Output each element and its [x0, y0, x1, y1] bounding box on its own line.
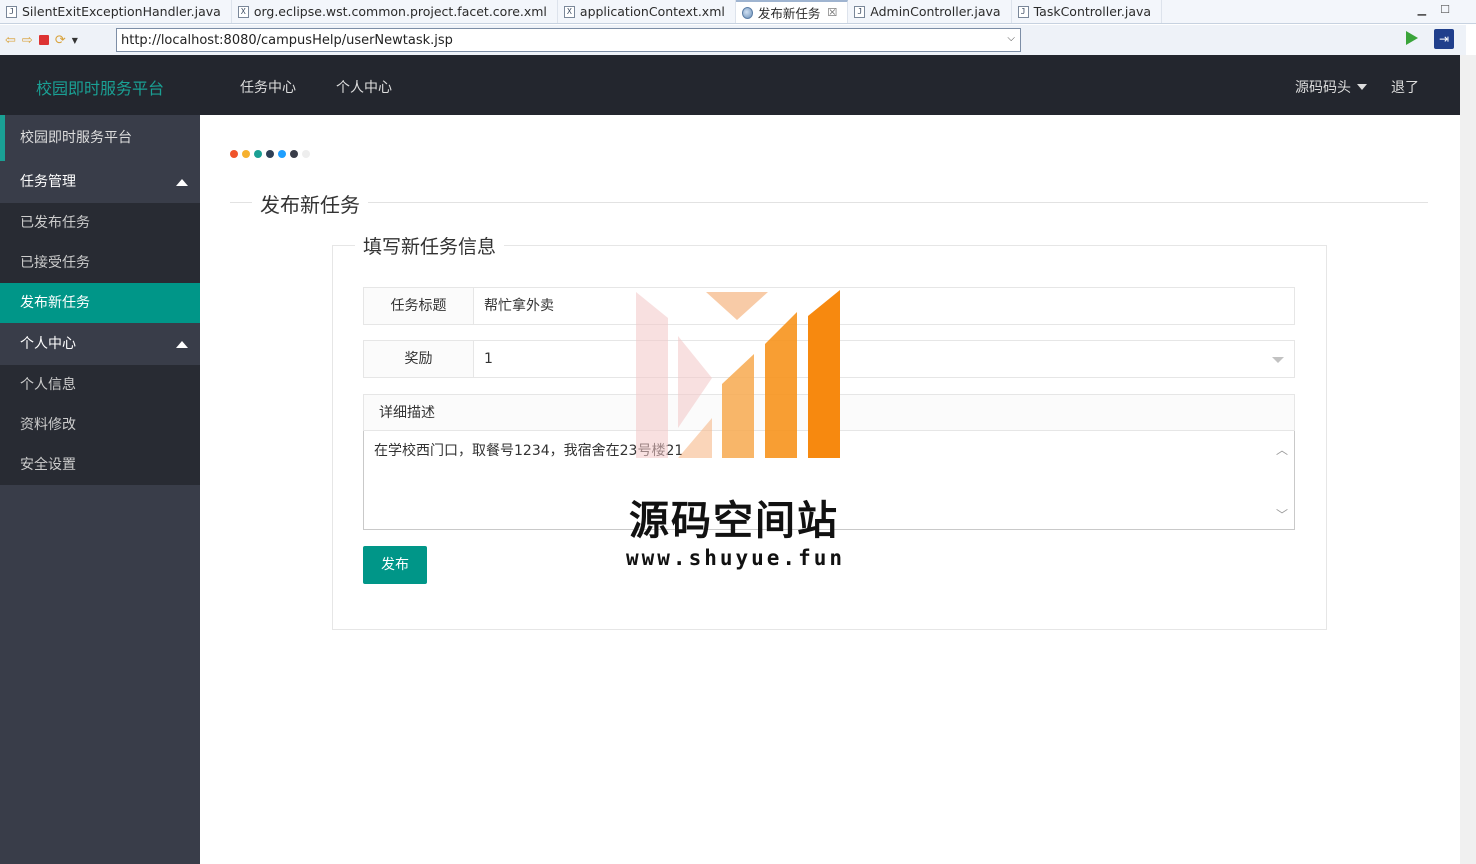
close-icon[interactable]: ☒: [827, 6, 837, 19]
sidebar-group-label: 个人中心: [20, 336, 76, 352]
sidebar-group-personal-center[interactable]: 个人中心: [0, 323, 200, 365]
watermark-logo-icon: [636, 290, 840, 458]
sidebar-item-new-task[interactable]: 发布新任务: [0, 283, 200, 323]
tab-label: org.eclipse.wst.common.project.facet.cor…: [253, 4, 547, 19]
caret-down-icon: [1357, 84, 1367, 90]
brand-logo[interactable]: 校园即时服务平台: [36, 75, 164, 99]
color-dot: [242, 150, 250, 158]
tab-facet-core-xml[interactable]: X org.eclipse.wst.common.project.facet.c…: [232, 0, 558, 23]
java-file-icon: J: [1017, 5, 1029, 18]
chevron-down-icon: [1272, 357, 1284, 363]
xml-file-icon: X: [237, 5, 249, 18]
stop-icon[interactable]: [38, 35, 49, 45]
user-name: 源码码头: [1295, 80, 1351, 96]
watermark-shape: [678, 418, 712, 458]
color-dot: [230, 150, 238, 158]
user-menu[interactable]: 源码码头: [1295, 77, 1367, 97]
url-text: http://localhost:8080/campusHelp/userNew…: [121, 32, 453, 48]
task-title-label: 任务标题: [364, 288, 474, 324]
logout-link[interactable]: 退了: [1391, 77, 1419, 97]
globe-icon: [741, 6, 753, 19]
forward-icon[interactable]: ⇨: [22, 33, 33, 48]
sidebar: 校园即时服务平台 任务管理 已发布任务 已接受任务 发布新任务 个人中心 个人信…: [0, 115, 200, 864]
watermark-bar: [808, 290, 840, 458]
external-browser-icon[interactable]: ⇥: [1434, 29, 1454, 49]
nav-task-center[interactable]: 任务中心: [240, 77, 296, 97]
watermark-bar: [765, 312, 797, 458]
color-dot: [266, 150, 274, 158]
form-legend: 填写新任务信息: [355, 232, 505, 259]
caret-up-icon: [176, 341, 188, 348]
tab-browser-new-task[interactable]: 发布新任务 ☒: [735, 0, 849, 23]
sidebar-group-label: 任务管理: [20, 174, 76, 190]
reward-label: 奖励: [364, 341, 474, 377]
sidebar-home[interactable]: 校园即时服务平台: [0, 115, 200, 161]
sidebar-item-edit-profile[interactable]: 资料修改: [0, 405, 200, 445]
browser-nav-buttons: ⇦ ⇨ ⟳ ▼: [0, 33, 116, 48]
back-icon[interactable]: ⇦: [5, 33, 16, 48]
color-dot: [278, 150, 286, 158]
minimize-icon[interactable]: ▁: [1418, 3, 1426, 16]
color-dot: [290, 150, 298, 158]
scroll-down-icon[interactable]: ﹀: [1276, 506, 1288, 523]
section-header: 发布新任务: [230, 187, 1428, 218]
tab-admin-controller[interactable]: J AdminController.java: [848, 0, 1012, 23]
reward-select[interactable]: 1: [474, 341, 1294, 377]
java-file-icon: J: [6, 5, 17, 18]
sidebar-item-accepted-tasks[interactable]: 已接受任务: [0, 243, 200, 283]
url-input[interactable]: http://localhost:8080/campusHelp/userNew…: [116, 28, 1021, 52]
color-dot: [302, 150, 310, 158]
watermark-shape: [706, 292, 768, 320]
editor-tab-strip: J SilentExitExceptionHandler.java X org.…: [0, 0, 1476, 24]
color-dots: [230, 150, 310, 158]
tab-label: TaskController.java: [1033, 4, 1152, 19]
dropdown-icon[interactable]: ▼: [72, 36, 78, 45]
tab-label: 发布新任务: [757, 6, 821, 21]
page-title: 发布新任务: [252, 189, 368, 218]
scroll-up-icon[interactable]: ︿: [1276, 441, 1288, 458]
tab-label: applicationContext.xml: [579, 4, 725, 19]
section-divider: [230, 202, 1428, 203]
sidebar-group-task-management[interactable]: 任务管理: [0, 161, 200, 203]
tab-application-context[interactable]: X applicationContext.xml: [558, 0, 736, 23]
tab-label: AdminController.java: [870, 4, 1001, 19]
reward-value: 1: [484, 351, 493, 367]
watermark-bar: [722, 354, 754, 458]
sidebar-submenu-personal: 个人信息 资料修改 安全设置: [0, 365, 200, 485]
chevron-down-icon[interactable]: ⌵: [1007, 33, 1015, 44]
browser-toolbar: ⇦ ⇨ ⟳ ▼ http://localhost:8080/campusHelp…: [0, 25, 1466, 55]
right-gutter: [1460, 55, 1476, 864]
tab-label: SilentExitExceptionHandler.java: [22, 4, 221, 19]
maximize-icon[interactable]: ☐: [1440, 3, 1450, 16]
watermark-shape: [636, 292, 668, 458]
xml-file-icon: X: [563, 5, 575, 18]
sidebar-item-security-settings[interactable]: 安全设置: [0, 445, 200, 485]
refresh-icon[interactable]: ⟳: [55, 33, 66, 48]
watermark-url: www.shuyue.fun: [626, 546, 846, 570]
watermark-shape: [678, 336, 712, 428]
tab-task-controller[interactable]: J TaskController.java: [1012, 0, 1163, 23]
watermark-name: 源码空间站: [629, 498, 839, 544]
sidebar-item-personal-info[interactable]: 个人信息: [0, 365, 200, 405]
app-top-nav: 校园即时服务平台 任务中心 个人中心 源码码头 退了: [0, 55, 1460, 115]
publish-button[interactable]: 发布: [363, 546, 427, 584]
nav-personal-center[interactable]: 个人中心: [336, 77, 392, 97]
tab-silent-exit-handler[interactable]: J SilentExitExceptionHandler.java: [0, 0, 232, 23]
window-controls: ▁ ☐: [1418, 3, 1450, 16]
task-title-input[interactable]: 帮忙拿外卖: [474, 288, 1294, 324]
caret-up-icon: [176, 179, 188, 186]
sidebar-item-published-tasks[interactable]: 已发布任务: [0, 203, 200, 243]
java-file-icon: J: [854, 5, 866, 18]
color-dot: [254, 150, 262, 158]
go-icon[interactable]: [1406, 31, 1418, 45]
sidebar-submenu-tasks: 已发布任务 已接受任务 发布新任务: [0, 203, 200, 323]
